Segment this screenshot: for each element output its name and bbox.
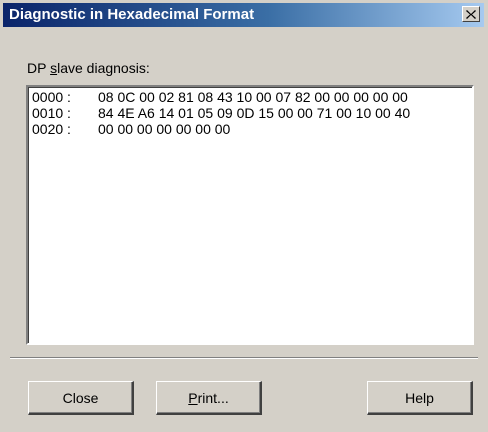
hex-row: 0000 : 08 0C 00 02 81 08 43 10 00 07 82 0… [32, 89, 468, 105]
hex-row-bytes: 84 4E A6 14 01 05 09 0D 15 00 00 71 00 1… [98, 105, 411, 121]
hex-row-bytes: 00 00 00 00 00 00 00 [98, 121, 231, 137]
close-icon [466, 9, 476, 19]
close-button[interactable]: Close [28, 381, 134, 415]
hex-row-spacer [88, 121, 98, 137]
close-button-label: Close [62, 389, 99, 406]
hex-row: 0010 : 84 4E A6 14 01 05 09 0D 15 00 00 7… [32, 105, 468, 121]
hex-row: 0020 : 00 00 00 00 00 00 00 [32, 121, 468, 137]
label-prefix: DP [27, 60, 51, 76]
hex-diagnostic-dialog: Diagnostic in Hexadecimal Format DP slav… [0, 0, 488, 432]
label-rest: lave diagnosis: [57, 60, 150, 76]
hex-row-address: 0020 : [32, 121, 71, 137]
print-button-label: Print... [188, 390, 228, 406]
title-bar[interactable]: Diagnostic in Hexadecimal Format [3, 3, 484, 27]
hex-row-address: 0000 : [32, 89, 71, 105]
dp-slave-diagnosis-label: DP slave diagnosis: [27, 60, 150, 76]
window-title: Diagnostic in Hexadecimal Format [9, 6, 255, 23]
hex-dump-textbox[interactable]: 0000 : 08 0C 00 02 81 08 43 10 00 07 82 0… [26, 85, 474, 345]
print-rest: rint... [197, 389, 229, 406]
help-button[interactable]: Help [367, 381, 473, 415]
close-window-button[interactable] [462, 6, 480, 22]
separator-line [10, 357, 478, 359]
print-mnemonic: P [188, 389, 198, 406]
hex-row-address: 0010 : [32, 105, 71, 121]
help-button-label: Help [405, 389, 434, 406]
hex-row-bytes: 08 0C 00 02 81 08 43 10 00 07 82 00 00 0… [98, 89, 408, 105]
hex-row-spacer [88, 105, 98, 121]
print-button[interactable]: Print... [156, 381, 262, 415]
hex-row-spacer [88, 89, 98, 105]
